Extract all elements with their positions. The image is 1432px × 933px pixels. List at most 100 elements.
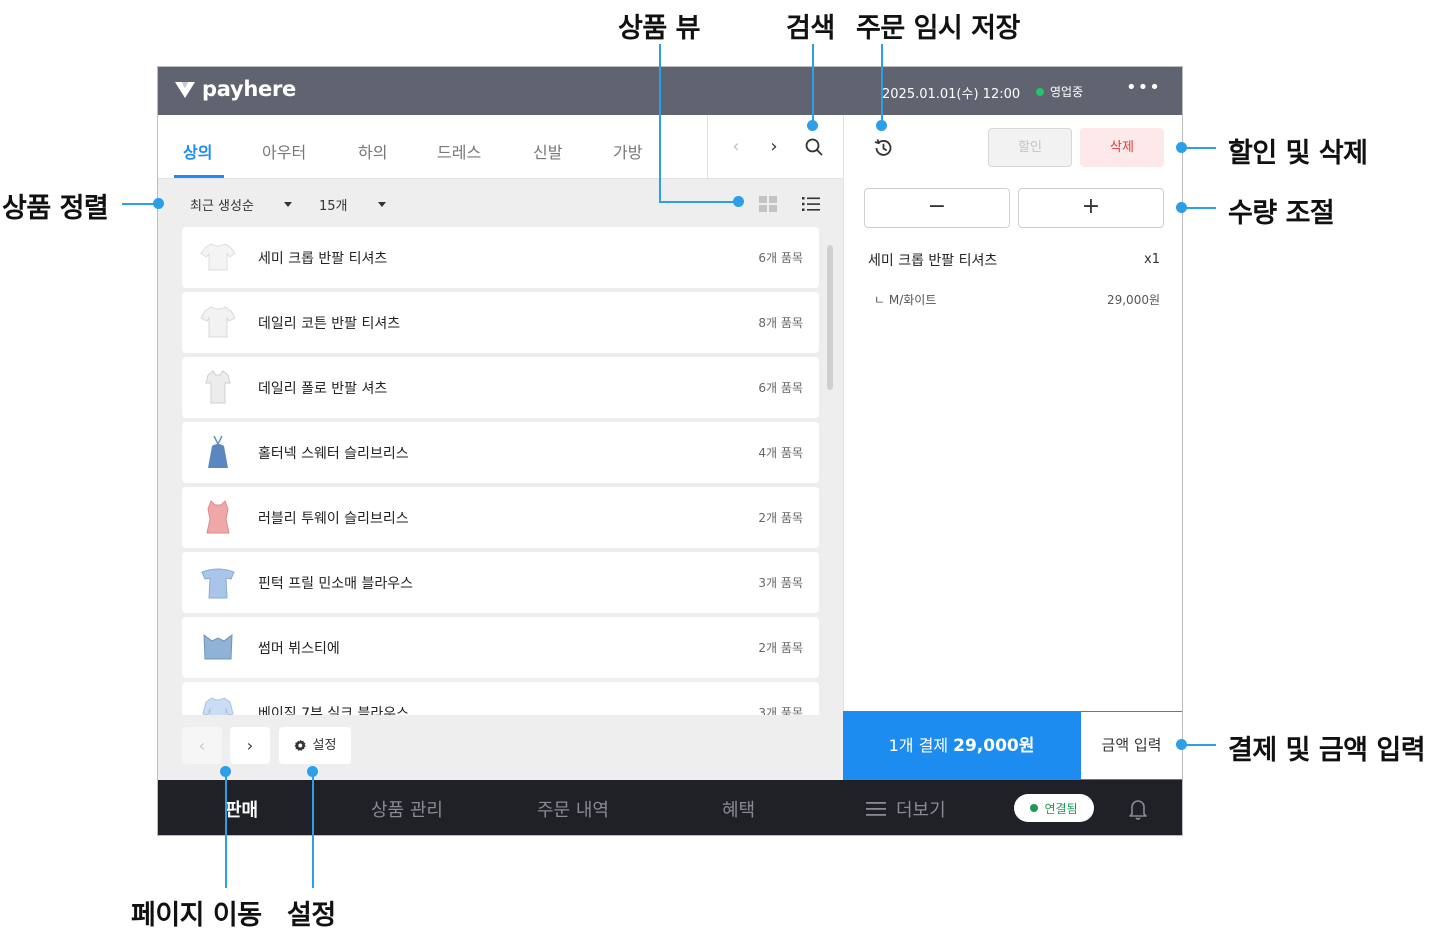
pay-button[interactable]: 1개 결제 29,000원 [843, 711, 1080, 780]
leader-dot [220, 766, 231, 777]
callout-search: 검색 [786, 13, 835, 44]
polo-shirt-thumbnail-icon [205, 370, 231, 404]
more-menu-button[interactable]: ••• [1126, 79, 1160, 101]
top-bar: payhere 2025.01.01(수) 12:00 영업중 ••• [158, 67, 1182, 115]
nav-more[interactable]: 더보기 [866, 796, 946, 822]
page-size-value: 15개 [319, 199, 348, 214]
nav-sales[interactable]: 판매 [225, 796, 258, 822]
callout-page-nav: 페이지 이동 [131, 900, 262, 931]
chevron-down-icon [377, 202, 386, 207]
tab-next-button[interactable]: › [762, 135, 786, 159]
tab-shoes[interactable]: 신발 [533, 139, 562, 163]
sort-order-value: 최근 생성순 [190, 199, 254, 214]
chevron-down-icon [283, 202, 292, 207]
product-row[interactable]: 홀터넥 스웨터 슬리브리스 4개 품목 [182, 422, 819, 483]
tab-prev-button[interactable]: ‹ [724, 135, 748, 159]
cart-item-price: 29,000원 [1106, 293, 1160, 307]
leader-dot [307, 766, 318, 777]
hamburger-menu-icon [866, 802, 886, 816]
tab-tops[interactable]: 상의 [183, 139, 212, 163]
quantity-minus-button[interactable]: − [864, 188, 1010, 228]
leader-dot [733, 196, 744, 207]
grid-view-icon[interactable] [758, 195, 778, 213]
halter-top-thumbnail-icon [208, 435, 228, 468]
active-tab-underline [174, 175, 224, 178]
leader-line [659, 44, 661, 202]
leader-line [881, 44, 883, 124]
order-hold-history-icon[interactable] [872, 137, 894, 159]
tab-bottoms[interactable]: 하의 [358, 139, 387, 163]
product-row[interactable]: 세미 크롭 반팔 티셔츠 6개 품목 [182, 227, 819, 288]
connected-dot-icon [1030, 804, 1039, 812]
quantity-plus-button[interactable]: + [1018, 188, 1164, 228]
category-tabs: 상의 아우터 하의 드레스 신발 가방 ‹ › [158, 115, 843, 179]
leader-dot [1176, 142, 1187, 153]
product-count: 4개 품목 [758, 446, 803, 460]
product-count: 3개 품목 [758, 706, 803, 715]
nav-product-management[interactable]: 상품 관리 [371, 796, 443, 822]
list-view-icon[interactable] [801, 195, 821, 213]
callout-order-hold: 주문 임시 저장 [856, 13, 1020, 44]
datetime: 2025.01.01(수) 12:00 [882, 87, 1021, 102]
nav-order-history[interactable]: 주문 내역 [537, 796, 609, 822]
leader-line [1182, 207, 1216, 209]
cart-item-option: ㄴ M/화이트 [874, 293, 937, 307]
settings-button[interactable]: 설정 [279, 727, 351, 764]
discount-button[interactable]: 할인 [988, 128, 1072, 167]
connection-label: 연결됨 [1044, 801, 1078, 816]
leader-dot [1176, 202, 1187, 213]
product-row[interactable]: 데일리 폴로 반팔 셔츠 6개 품목 [182, 357, 819, 418]
cart-item-name[interactable]: 세미 크롭 반팔 티셔츠 [868, 250, 997, 270]
product-row[interactable]: 핀턱 프릴 민소매 블라우스 3개 품목 [182, 552, 819, 613]
pos-app-frame: payhere 2025.01.01(수) 12:00 영업중 ••• 상의 아… [157, 66, 1183, 836]
callout-sort: 상품 정렬 [2, 193, 109, 224]
leader-line [659, 201, 739, 203]
product-row[interactable]: 베이직 7부 실크 블라우스 3개 품목 [182, 682, 819, 715]
gear-icon [294, 739, 306, 751]
tab-nav-divider [707, 115, 708, 179]
bell-icon[interactable] [1128, 798, 1148, 820]
leader-dot [876, 120, 887, 131]
product-name: 핀턱 프릴 민소매 블라우스 [258, 576, 414, 592]
product-row[interactable]: 썸머 뷔스티에 2개 품목 [182, 617, 819, 678]
product-count: 3개 품목 [758, 576, 803, 590]
amount-input-button[interactable]: 금액 입력 [1080, 711, 1182, 780]
product-name: 베이직 7부 실크 블라우스 [258, 706, 410, 715]
leader-line [1182, 147, 1216, 149]
pay-amount: 29,000원 [953, 736, 1035, 756]
callout-quantity: 수량 조절 [1228, 198, 1335, 229]
frill-blouse-thumbnail-icon [201, 568, 235, 599]
tshirt-thumbnail-icon [200, 306, 236, 338]
product-pane: 상의 아우터 하의 드레스 신발 가방 ‹ › 최근 생성순 15개 세미 크롭… [158, 115, 843, 780]
connection-badge: 연결됨 [1014, 794, 1094, 822]
leader-dot [807, 120, 818, 131]
leader-line [1182, 744, 1216, 746]
callout-checkout: 결제 및 금액 입력 [1228, 735, 1426, 766]
page-prev-button[interactable]: ‹ [182, 727, 222, 764]
product-name: 썸머 뷔스티에 [258, 641, 340, 657]
page-next-button[interactable]: › [230, 727, 270, 764]
store-status: 영업중 [1036, 83, 1083, 100]
logo-text: payhere [202, 77, 296, 101]
logo: payhere [174, 77, 296, 101]
search-icon[interactable] [804, 137, 824, 157]
settings-label: 설정 [312, 738, 337, 753]
bustier-thumbnail-icon [203, 633, 233, 660]
product-row[interactable]: 데일리 코튼 반팔 티셔츠 8개 품목 [182, 292, 819, 353]
page-size-select[interactable]: 15개 [319, 195, 386, 214]
tab-bags[interactable]: 가방 [613, 139, 642, 163]
tab-dress[interactable]: 드레스 [437, 139, 481, 163]
nav-benefits[interactable]: 혜택 [722, 796, 755, 822]
product-count: 2개 품목 [758, 511, 803, 525]
sort-order-select[interactable]: 최근 생성순 [190, 195, 292, 214]
leader-line [225, 772, 227, 888]
product-list-scrollbar[interactable] [827, 245, 833, 390]
callout-settings: 설정 [287, 900, 336, 931]
callout-product-view: 상품 뷰 [618, 13, 700, 44]
product-name: 데일리 폴로 반팔 셔츠 [258, 381, 388, 397]
status-dot-icon [1036, 87, 1044, 96]
tab-outer[interactable]: 아우터 [262, 139, 306, 163]
delete-button[interactable]: 삭제 [1080, 128, 1164, 167]
product-name: 세미 크롭 반팔 티셔츠 [258, 251, 388, 267]
product-row[interactable]: 러블리 투웨이 슬리브리스 2개 품목 [182, 487, 819, 548]
